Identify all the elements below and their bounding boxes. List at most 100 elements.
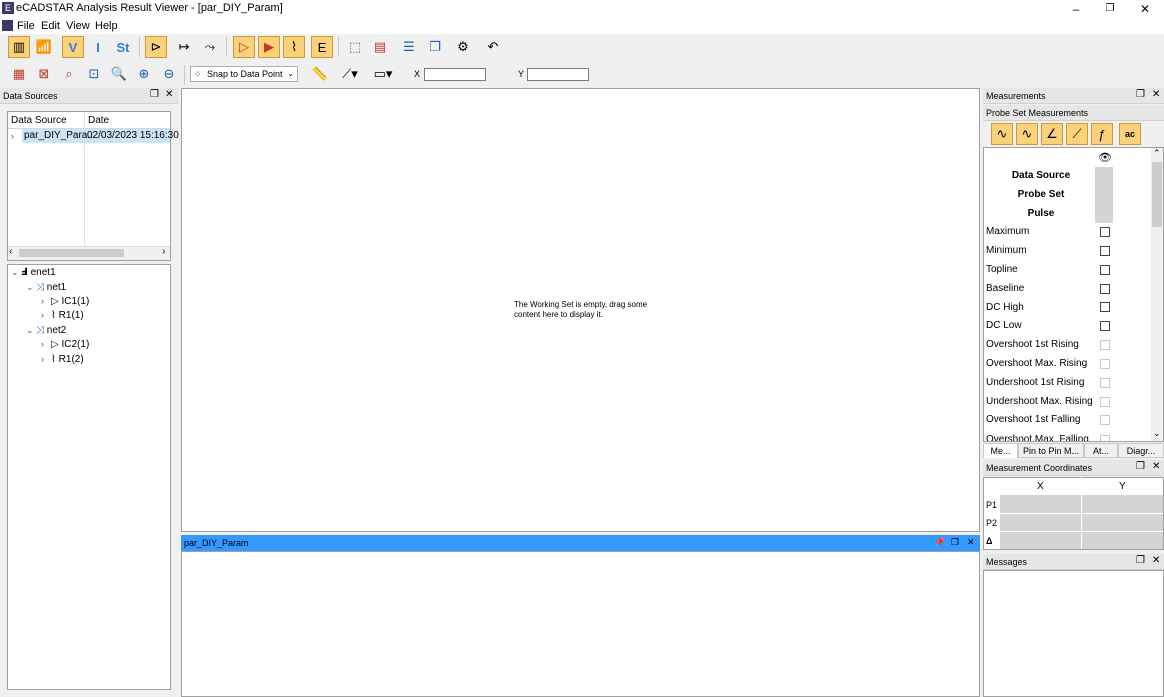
function-tool[interactable]: ƒ: [1091, 123, 1113, 145]
rise-tool[interactable]: ⟋: [1066, 123, 1088, 145]
scroll-right-icon[interactable]: ›: [162, 246, 165, 257]
ac-tool[interactable]: ac: [1119, 123, 1141, 145]
line-style-dropdown[interactable]: ▭▾: [369, 63, 397, 85]
reset-button[interactable]: ↶: [482, 36, 504, 58]
window-button[interactable]: ❐: [424, 36, 446, 58]
receiver-toggle[interactable]: ▶: [258, 36, 280, 58]
checkbox-topline[interactable]: [1100, 265, 1110, 275]
tree-node-r1-1[interactable]: › ⌇ R1(1): [41, 308, 84, 322]
path-icon: ⤳: [204, 39, 216, 54]
enet-toggle[interactable]: E: [311, 36, 333, 58]
line-chart-icon: 📶: [35, 39, 53, 54]
float-icon[interactable]: ❐: [951, 537, 959, 548]
messages-body[interactable]: [983, 570, 1164, 697]
chart-lines-button[interactable]: 📶: [33, 36, 55, 58]
tree-node-net2[interactable]: ⌄ ⤨ net2: [26, 323, 66, 337]
marker-dropdown[interactable]: ⟋▾: [336, 63, 364, 85]
checkbox-overshoot-1st-rising[interactable]: [1100, 340, 1110, 350]
column-header-source[interactable]: Data Source: [11, 115, 67, 126]
checkbox-overshoot-1st-falling[interactable]: [1100, 415, 1110, 425]
pin-icon[interactable]: 📌: [934, 537, 945, 548]
scroll-left-icon[interactable]: ‹: [9, 246, 12, 257]
waveform-tool-2[interactable]: ∿: [1016, 123, 1038, 145]
menu-file[interactable]: File: [17, 20, 35, 32]
tab-attributes[interactable]: At...: [1084, 443, 1118, 458]
bar-chart-icon: ▥: [12, 39, 26, 54]
scrollbar-thumb[interactable]: [1152, 162, 1162, 227]
close-window-button[interactable]: ✕: [1127, 0, 1163, 18]
minimize-button[interactable]: –: [1058, 0, 1094, 18]
driver-toggle[interactable]: ▷: [233, 36, 255, 58]
waveform-tool-1[interactable]: ∿: [991, 123, 1013, 145]
cursor-button[interactable]: ↦: [173, 36, 195, 58]
measure-button[interactable]: 📏: [309, 63, 331, 85]
menu-view[interactable]: View: [66, 20, 90, 32]
path-button[interactable]: ⤳: [199, 36, 221, 58]
layout-button[interactable]: ☰: [398, 36, 420, 58]
checkbox-baseline[interactable]: [1100, 284, 1110, 294]
tree-node-enet1[interactable]: ⌄ Ⅎ enet1: [11, 265, 56, 279]
zoom-region-button[interactable]: ⌕: [58, 63, 80, 85]
grid-icon: ▦: [12, 66, 26, 81]
float-panel-button[interactable]: ❐: [1136, 461, 1145, 472]
tree-node-net1[interactable]: ⌄ ⤨ net1: [26, 280, 66, 294]
tree-node-ic1[interactable]: › ▷ IC1(1): [41, 294, 89, 308]
close-panel-button[interactable]: ✕: [165, 89, 173, 100]
result-panel-header[interactable]: [181, 535, 980, 551]
voltage-toggle[interactable]: V: [62, 36, 84, 58]
scroll-down-icon[interactable]: ⌄: [1153, 428, 1161, 439]
toolbar-separator: [139, 37, 140, 57]
checkbox-undershoot-1st-rising[interactable]: [1100, 378, 1110, 388]
export-button[interactable]: ⬚: [344, 36, 366, 58]
checkbox-undershoot-max-rising[interactable]: [1100, 397, 1110, 407]
resistor-toggle[interactable]: ⌇: [283, 36, 305, 58]
eye-icon[interactable]: 👁: [1098, 151, 1112, 164]
report-button[interactable]: ▤: [369, 36, 391, 58]
float-panel-button[interactable]: ❐: [1136, 89, 1145, 100]
column-header-date[interactable]: Date: [88, 115, 109, 126]
expand-caret-icon[interactable]: ›: [11, 131, 14, 141]
y-coordinate-field[interactable]: [527, 68, 589, 81]
close-icon[interactable]: ✕: [967, 537, 975, 548]
float-panel-button[interactable]: ❐: [1136, 555, 1145, 566]
probe-toggle[interactable]: ⊳: [145, 36, 167, 58]
snap-icon: ⁘: [194, 69, 202, 79]
state-button[interactable]: St: [112, 36, 134, 58]
zoom-extents-button[interactable]: ⊡: [83, 63, 105, 85]
tab-diagram[interactable]: Diagr...: [1118, 443, 1164, 458]
fit-button[interactable]: ⊠: [33, 63, 55, 85]
tab-measurements[interactable]: Me...: [983, 443, 1018, 458]
chart-bars-toggle[interactable]: ▥: [8, 36, 30, 58]
checkbox-dc-low[interactable]: [1100, 321, 1110, 331]
zoom-out-button[interactable]: ⊖: [158, 63, 180, 85]
tree-node-ic2[interactable]: › ▷ IC2(1): [41, 337, 89, 351]
fit-all-button[interactable]: ▦: [8, 63, 30, 85]
tree-node-r1-2[interactable]: › ⌇ R1(2): [41, 352, 84, 366]
float-panel-button[interactable]: ❐: [150, 89, 159, 100]
close-panel-button[interactable]: ✕: [1152, 461, 1160, 472]
x-coordinate-field[interactable]: [424, 68, 486, 81]
tab-pin-to-pin[interactable]: Pin to Pin M...: [1018, 443, 1084, 458]
scrollbar-thumb[interactable]: [19, 249, 124, 257]
result-panel-body[interactable]: [181, 551, 980, 697]
menu-edit[interactable]: Edit: [41, 20, 60, 32]
zoom-window-button[interactable]: 🔍: [108, 63, 130, 85]
checkbox-dc-high[interactable]: [1100, 302, 1110, 312]
zoom-in-button[interactable]: ⊕: [133, 63, 155, 85]
close-panel-button[interactable]: ✕: [1152, 555, 1160, 566]
snap-mode-select[interactable]: ⁘ Snap to Data Point ⌄: [190, 66, 298, 82]
current-button[interactable]: I: [87, 36, 109, 58]
checkbox-overshoot-max-falling[interactable]: [1100, 435, 1110, 441]
checkbox-minimum[interactable]: [1100, 246, 1110, 256]
checkbox-overshoot-max-rising[interactable]: [1100, 359, 1110, 369]
checkbox-maximum[interactable]: [1100, 227, 1110, 237]
scroll-up-icon[interactable]: ⌃: [1153, 148, 1161, 159]
restore-button[interactable]: ❐: [1092, 0, 1128, 18]
slope-tool[interactable]: ∠: [1041, 123, 1063, 145]
settings-button[interactable]: ⚙: [452, 36, 474, 58]
close-panel-button[interactable]: ✕: [1152, 89, 1160, 100]
menu-help[interactable]: Help: [95, 20, 118, 32]
measure-maximum: Maximum: [986, 226, 1030, 237]
menu-app-icon[interactable]: [2, 20, 13, 31]
coords-row-divider: [1000, 513, 1163, 514]
